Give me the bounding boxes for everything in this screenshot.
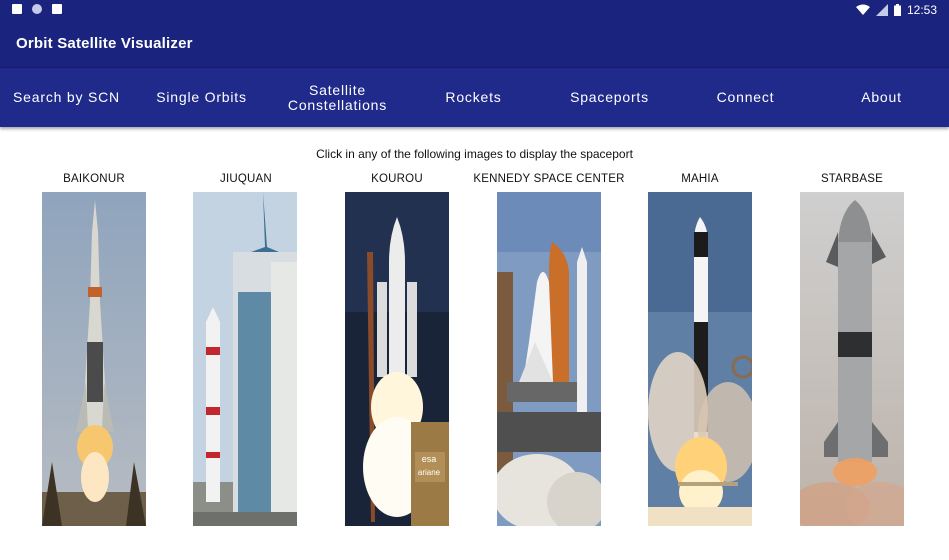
status-time: 12:53 <box>906 3 937 17</box>
wifi-icon <box>855 4 870 15</box>
kourou-esa-text: esa <box>422 454 437 464</box>
status-left-icons <box>12 4 62 14</box>
status-bar: 12:53 <box>0 0 949 22</box>
spaceport-label-kennedy: KENNEDY SPACE CENTER <box>473 173 625 185</box>
app-bar: Orbit Satellite Visualizer <box>0 22 949 67</box>
spaceport-image-kennedy[interactable] <box>497 192 601 526</box>
status-right-icons: 12:53 <box>855 3 937 17</box>
spaceport-image-starbase[interactable] <box>800 192 904 526</box>
nav-search-by-scn[interactable]: Search by SCN <box>0 68 133 127</box>
nav-about[interactable]: About <box>814 68 949 127</box>
spaceport-image-kourou[interactable]: esa ariane <box>345 192 449 526</box>
nav-spaceports[interactable]: Spaceports <box>542 68 677 127</box>
nav-satellite-constellations[interactable]: Satellite Constellations <box>270 68 405 127</box>
instruction-text: Click in any of the following images to … <box>316 147 633 161</box>
signal-icon <box>875 4 888 16</box>
nav-bar: Search by SCN Single Orbits Satellite Co… <box>0 67 949 127</box>
spaceport-image-mahia[interactable] <box>648 192 752 526</box>
spaceport-image-baikonur[interactable] <box>42 192 146 526</box>
spaceport-label-kourou: KOUROU <box>371 173 423 185</box>
nav-single-orbits[interactable]: Single Orbits <box>134 68 269 127</box>
nav-connect[interactable]: Connect <box>678 68 813 127</box>
circle-notification-icon <box>32 4 42 14</box>
spaceport-label-jiuquan: JIUQUAN <box>220 173 272 185</box>
kourou-ariane-text: ariane <box>418 468 441 477</box>
notification-a-icon <box>12 4 22 14</box>
nav-rockets[interactable]: Rockets <box>406 68 541 127</box>
spaceport-image-jiuquan[interactable] <box>193 192 297 526</box>
spaceport-label-baikonur: BAIKONUR <box>63 173 125 185</box>
battery-icon <box>893 4 901 16</box>
spaceport-label-starbase: STARBASE <box>820 173 884 185</box>
spaceport-label-mahia: MAHIA <box>681 173 719 185</box>
app-title: Orbit Satellite Visualizer <box>16 35 193 52</box>
sd-card-icon <box>52 4 62 14</box>
